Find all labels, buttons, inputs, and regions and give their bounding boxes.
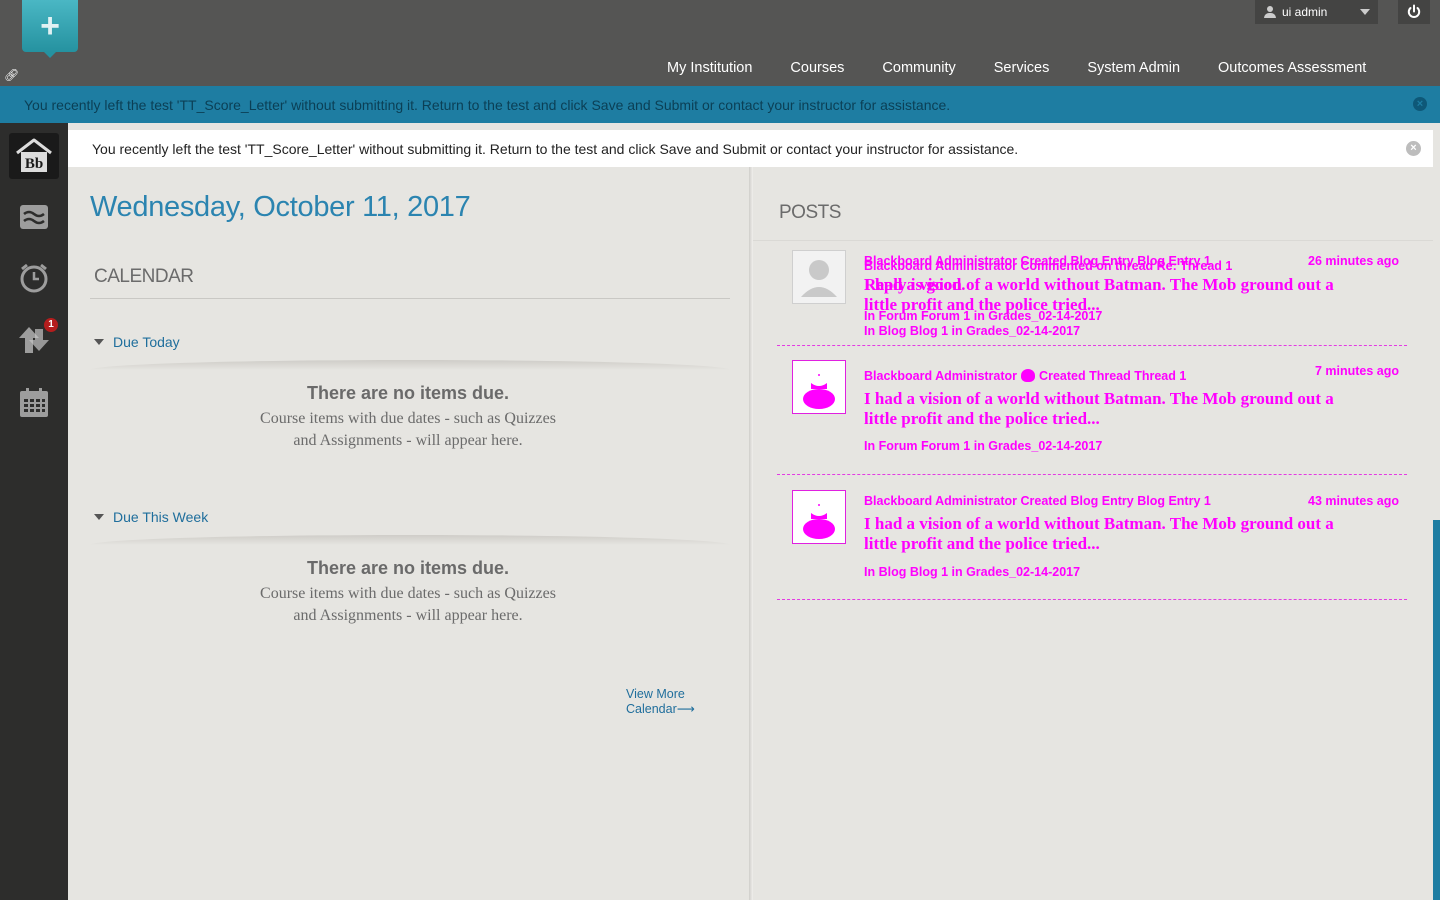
nav-outcomes-assessment[interactable]: Outcomes Assessment [1199, 60, 1385, 76]
due-this-week-toggle[interactable]: Due This Week [94, 509, 208, 525]
post-location[interactable]: In Forum Forum 1 in Grades_02-14-2017 [864, 309, 1102, 323]
nav-community[interactable]: Community [863, 60, 974, 76]
post-meta-overlap: Blackboard Administrator Commented on th… [864, 259, 1233, 273]
user-avatar-icon [803, 504, 835, 539]
due-this-week-label: Due This Week [113, 509, 209, 525]
nav-system-admin[interactable]: System Admin [1068, 60, 1199, 76]
add-tab-button[interactable]: + [22, 0, 78, 58]
user-name: ui admin [1282, 5, 1328, 19]
alarm-clock-icon [20, 263, 48, 293]
bb-home-icon: Bb [16, 138, 52, 172]
stream-button[interactable] [0, 189, 68, 245]
post-body[interactable]: I had a vision of a world without Batman… [864, 514, 1369, 554]
post-location[interactable]: In Blog Blog 1 in Grades_02-14-2017 [864, 324, 1080, 338]
bb-logo-text: Bb [25, 156, 43, 172]
post-item: Blackboard Administrator Created Blog En… [777, 250, 1407, 346]
caret-down-icon [94, 339, 104, 345]
empty-title: There are no items due. [306, 558, 510, 578]
due-dates-button[interactable] [0, 250, 68, 306]
page-edge [1433, 123, 1440, 520]
empty-text: Course items with due dates - such as Qu… [260, 410, 556, 449]
post-body[interactable]: I had a vision of a world without Batman… [864, 389, 1369, 429]
post-item: Blackboard Administrator Created Thread T… [777, 360, 1407, 475]
nav-courses[interactable]: Courses [771, 60, 863, 76]
avatar[interactable] [792, 250, 846, 304]
divider [753, 240, 1433, 241]
posts-panel: POSTS Blackboard Administrator Created B… [753, 167, 1433, 900]
power-icon [1407, 4, 1421, 19]
posts-title: POSTS [779, 202, 841, 223]
inline-alert: You recently left the test 'TT_Score_Let… [68, 130, 1433, 167]
empty-text: Course items with due dates - such as Qu… [260, 585, 556, 624]
plus-icon: + [40, 7, 60, 45]
post-author[interactable]: Blackboard Administrator [864, 369, 1017, 383]
post-meta: Blackboard Administrator Created Blog En… [864, 494, 1211, 508]
home-button[interactable]: Bb [9, 133, 59, 179]
caret-down-icon [94, 514, 104, 520]
due-today-empty: There are no items due. Course items wit… [248, 383, 568, 452]
global-alert-bar: You recently left the test 'TT_Score_Let… [0, 86, 1440, 123]
post-location[interactable]: In Blog Blog 1 in Grades_02-14-2017 [864, 565, 1080, 579]
divider [90, 298, 730, 299]
post-item: Blackboard Administrator Created Blog En… [777, 490, 1407, 600]
calendar-title: CALENDAR [94, 266, 194, 287]
user-avatar-icon [803, 374, 835, 409]
empty-title: There are no items due. [306, 383, 510, 403]
link-icon[interactable]: 🔗︎ [4, 68, 19, 82]
post-action: Created Thread Thread 1 [1039, 369, 1187, 383]
due-this-week-empty: There are no items due. Course items wit… [248, 558, 568, 627]
close-icon[interactable]: × [1406, 141, 1421, 156]
avatar[interactable] [792, 490, 846, 544]
close-icon[interactable]: × [1413, 97, 1427, 111]
main-nav: My Institution Courses Community Service… [648, 60, 1385, 76]
divider [90, 360, 730, 370]
nav-services[interactable]: Services [975, 60, 1069, 76]
view-more-calendar-link[interactable]: View More Calendar⟶ [626, 687, 752, 716]
date-heading: Wednesday, October 11, 2017 [90, 191, 471, 223]
calendar-panel: Wednesday, October 11, 2017 CALENDAR Due… [68, 167, 752, 900]
grades-button[interactable] [0, 311, 68, 367]
global-alert-message: You recently left the test 'TT_Score_Let… [24, 96, 951, 113]
heart-icon [1021, 369, 1036, 382]
chevron-down-icon [1360, 9, 1370, 15]
nav-my-institution[interactable]: My Institution [648, 60, 771, 76]
left-nav-rail: Bb 1 [0, 123, 68, 900]
inline-alert-message: You recently left the test 'TT_Score_Let… [92, 140, 1019, 157]
post-time: 26 minutes ago [1308, 254, 1399, 268]
post-time: 7 minutes ago [1314, 364, 1399, 378]
main-content: You recently left the test 'TT_Score_Let… [68, 130, 1433, 900]
top-header: + 🔗︎ ui admin My Institution Courses Com… [0, 0, 1440, 86]
avatar[interactable] [792, 360, 846, 414]
user-menu[interactable]: ui admin [1255, 0, 1378, 24]
user-icon [1264, 6, 1276, 18]
due-today-toggle[interactable]: Due Today [94, 334, 180, 350]
post-time: 43 minutes ago [1308, 494, 1399, 508]
post-meta: Blackboard Administrator Created Thread T… [864, 369, 1186, 383]
post-location[interactable]: In Forum Forum 1 in Grades_02-14-2017 [864, 439, 1102, 453]
divider [90, 535, 730, 545]
logout-button[interactable] [1398, 0, 1430, 24]
calendar-button[interactable] [0, 375, 68, 431]
notification-badge: 1 [44, 318, 58, 332]
stream-icon [20, 205, 48, 229]
scrollbar-accent [1433, 520, 1440, 900]
default-user-icon [793, 251, 845, 303]
calendar-icon [20, 388, 48, 417]
due-today-label: Due Today [113, 334, 180, 350]
